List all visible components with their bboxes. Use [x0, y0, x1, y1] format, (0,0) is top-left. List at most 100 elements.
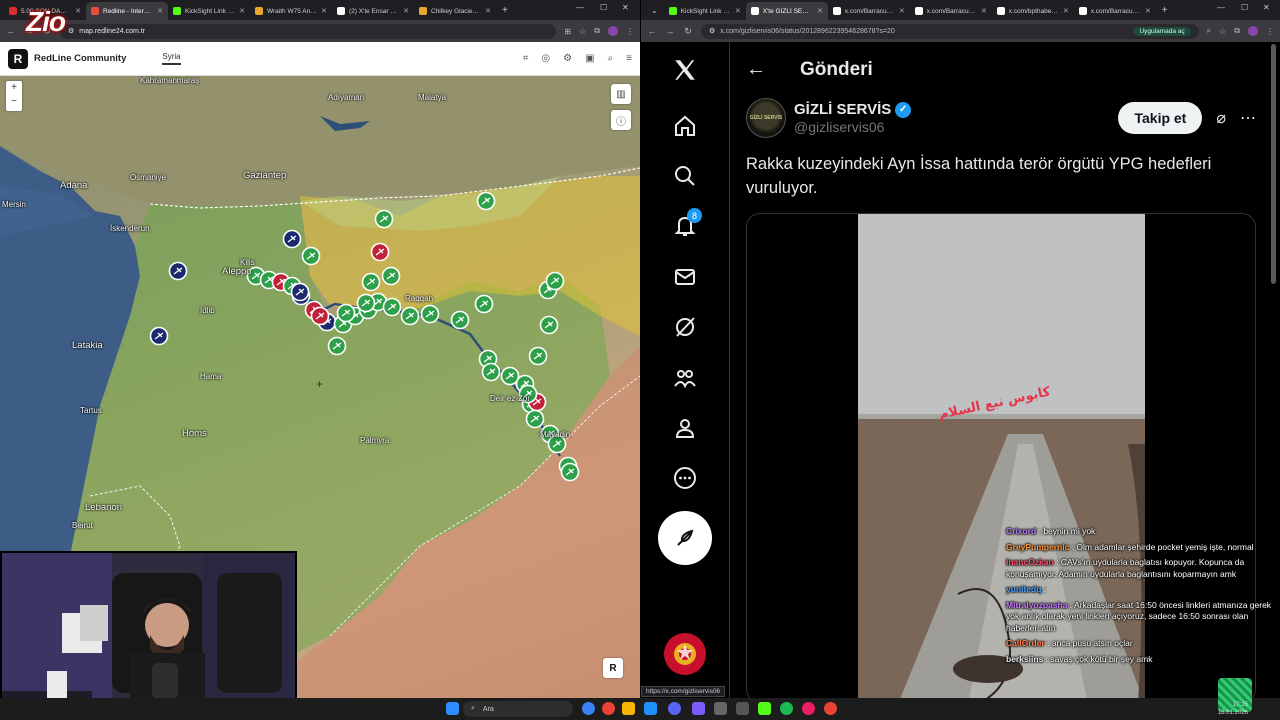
account-avatar[interactable] [664, 633, 706, 675]
file-explorer-icon[interactable] [622, 702, 635, 715]
close-tab-icon[interactable]: ✕ [157, 7, 163, 15]
redline-corner-logo[interactable]: R [603, 658, 623, 678]
right-forward-icon[interactable]: → [665, 26, 675, 36]
communities-icon[interactable] [671, 364, 699, 392]
close-tab-icon[interactable]: ✕ [899, 7, 905, 15]
grok-explain-icon[interactable]: ⌀ [1216, 108, 1226, 128]
widgets-icon[interactable] [582, 702, 595, 715]
site-info-icon[interactable]: ⚙ [68, 27, 74, 35]
search-icon[interactable]: ⌕ [608, 53, 614, 64]
profile-icon[interactable] [608, 26, 618, 36]
right-minimize-button[interactable]: — [1217, 3, 1225, 12]
chat-username[interactable]: GreyPumpernic [1006, 542, 1069, 552]
translate-icon[interactable]: ⊞ [564, 27, 571, 36]
start-icon[interactable] [446, 702, 459, 715]
right-close-window-button[interactable]: ✕ [1263, 3, 1270, 12]
app-icon-3[interactable] [802, 702, 815, 715]
left-tab-2[interactable]: KickSight Link Def... ✕ [168, 2, 250, 20]
follow-button[interactable]: Takip et [1118, 102, 1203, 134]
bookmark-star-icon[interactable]: ☆ [579, 27, 586, 36]
right-new-tab-button[interactable]: + [1156, 5, 1174, 16]
post-more-icon[interactable]: ⋯ [1240, 108, 1256, 128]
right-bookmark-star-icon[interactable]: ☆ [1219, 27, 1226, 36]
right-tab-3[interactable]: x.com/Barracuda... ✕ [910, 2, 992, 20]
left-tab-5[interactable]: Chilkey Glacier Lin... ✕ [414, 2, 496, 20]
right-extensions-icon[interactable]: ⧉ [1234, 26, 1240, 36]
kick-icon[interactable] [758, 702, 771, 715]
author-avatar[interactable]: GİZLİ SERVİS [746, 98, 786, 138]
right-scrollbar[interactable] [1271, 44, 1276, 284]
tag-icon[interactable]: ⌗ [523, 53, 529, 64]
right-back-icon[interactable]: ← [647, 26, 657, 36]
right-tab-5[interactable]: x.com/Barracuda... ✕ [1074, 2, 1156, 20]
close-tab-icon[interactable]: ✕ [321, 7, 327, 15]
grok-icon[interactable] [671, 313, 699, 341]
chat-username[interactable]: InancOzkan [1006, 557, 1054, 567]
zoom-in-button[interactable]: + [6, 81, 22, 95]
map-layers-icon[interactable]: ▥ [611, 84, 631, 104]
notifications-bell-icon[interactable]: 8 [671, 208, 702, 240]
chat-username[interactable]: CallOrder [1006, 638, 1045, 648]
open-in-app-button[interactable]: Uygulamada aç [1133, 26, 1191, 36]
right-reload-icon[interactable]: ↻ [683, 26, 693, 37]
close-window-button[interactable]: ✕ [622, 3, 629, 12]
author-name[interactable]: GİZLİ SERVİS [794, 101, 891, 118]
discord-icon[interactable] [668, 702, 681, 715]
explore-search-icon[interactable] [671, 162, 699, 190]
right-tab-1[interactable]: X'te GİZLİ SERVİS... ✕ [745, 2, 828, 20]
right-url-field[interactable]: ⚙ x.com/gizliservis06/status/20128962239… [701, 23, 1199, 39]
profile-person-icon[interactable] [671, 414, 699, 442]
edge-icon[interactable] [644, 702, 657, 715]
close-tab-icon[interactable]: ✕ [403, 7, 409, 15]
chat-username[interactable]: berksiins [1006, 654, 1043, 664]
right-tab-0[interactable]: KickSight Link Def... ✕ [664, 2, 746, 20]
right-tab-4[interactable]: x.com/bpthaber/st... ✕ [992, 2, 1074, 20]
close-tab-icon[interactable]: ✕ [735, 7, 741, 15]
close-tab-icon[interactable]: ✕ [1063, 7, 1069, 15]
tab-search-icon[interactable]: ⌄ [645, 6, 664, 15]
new-tab-button[interactable]: + [496, 5, 514, 16]
info-icon[interactable]: ⓘ [611, 110, 631, 130]
left-url-field[interactable]: ⚙ map.redline24.com.tr [60, 23, 557, 39]
messages-mail-icon[interactable] [671, 263, 699, 291]
minimize-button[interactable]: — [576, 3, 584, 12]
right-profile-icon[interactable] [1248, 26, 1258, 36]
right-maximize-button[interactable]: ☐ [1241, 3, 1248, 12]
obs-icon[interactable] [692, 702, 705, 715]
close-tab-icon[interactable]: ✕ [239, 7, 245, 15]
right-browser-menu-icon[interactable]: ⋮ [1266, 27, 1274, 36]
maximize-button[interactable]: ☐ [600, 3, 607, 12]
chrome-icon-2[interactable] [824, 702, 837, 715]
taskbar-search[interactable]: ⌕ Ara [463, 701, 573, 717]
back-icon[interactable]: ← [6, 26, 16, 36]
left-tab-4[interactable]: (2) X'te Ensar Usluy... ✕ [332, 2, 414, 20]
zoom-control[interactable]: + − [6, 81, 22, 111]
spotify-icon[interactable] [780, 702, 793, 715]
redline-logo[interactable]: R [8, 48, 28, 69]
close-tab-icon[interactable]: ✕ [485, 7, 491, 15]
close-tab-icon[interactable]: ✕ [981, 7, 987, 15]
chat-username[interactable]: Mitralyozpasha [1006, 600, 1067, 610]
app-icon-2[interactable] [736, 702, 749, 715]
x-logo-icon[interactable] [671, 56, 699, 84]
taskbar-clock[interactable]: 17:15 18.01.2026 [1208, 701, 1248, 717]
right-tab-2[interactable]: x.com/Barracuda... ✕ [828, 2, 910, 20]
zoom-out-button[interactable]: − [6, 95, 22, 109]
pin-icon[interactable]: ◎ [541, 53, 550, 64]
more-options-icon[interactable] [671, 464, 699, 492]
back-arrow-icon[interactable]: ← [746, 58, 766, 81]
menu-icon[interactable]: ≡ [626, 53, 632, 64]
extensions-icon[interactable]: ⧉ [594, 26, 600, 36]
chat-username[interactable]: Crixord [1006, 526, 1036, 536]
home-icon[interactable] [671, 112, 699, 140]
gear-icon[interactable]: ⚙ [563, 53, 572, 64]
tab-syria[interactable]: Syria [162, 52, 181, 65]
close-tab-icon[interactable]: ✕ [817, 7, 823, 15]
chrome-icon[interactable] [602, 702, 615, 715]
browser-menu-icon[interactable]: ⋮ [626, 27, 634, 36]
compose-post-button[interactable] [658, 511, 712, 565]
close-tab-icon[interactable]: ✕ [1145, 7, 1151, 15]
right-zoom-icon[interactable]: ⌕ [1207, 26, 1211, 36]
left-tab-3[interactable]: Wraith W75 Analiz... ✕ [250, 2, 332, 20]
camera-icon[interactable]: ▣ [585, 53, 594, 64]
